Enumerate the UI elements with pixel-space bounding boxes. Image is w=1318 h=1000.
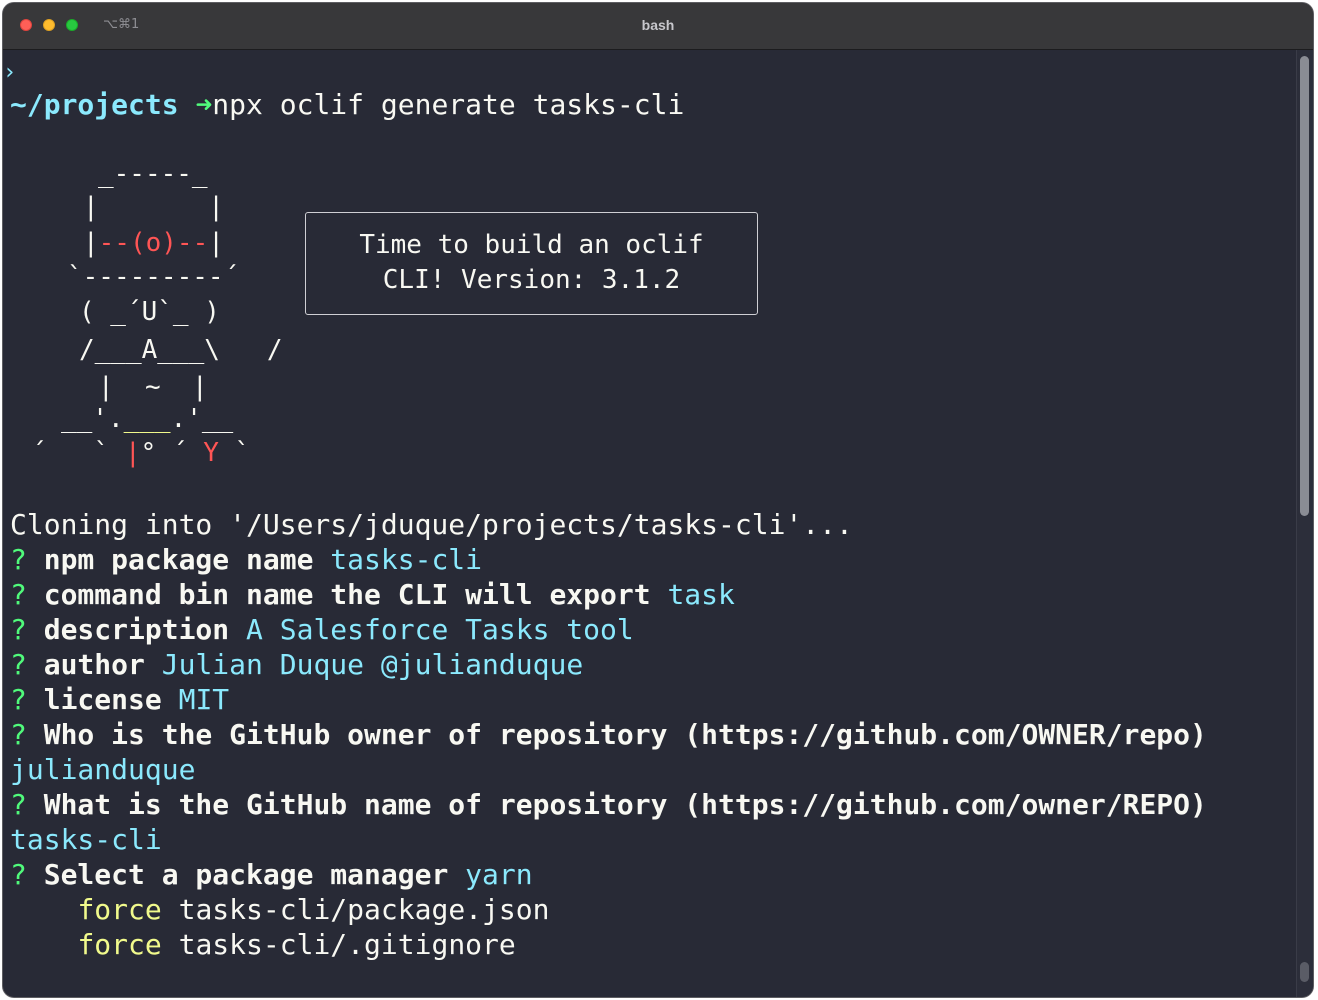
- title-bar: ⌥⌘1 bash: [3, 3, 1313, 50]
- question-line: ? author Julian Duque @julianduque: [10, 648, 584, 681]
- answer-text: Julian Duque @julianduque: [161, 648, 584, 681]
- question-line: ? command bin name the CLI will export t…: [10, 578, 735, 611]
- question-line: ? Select a package manager yarn: [10, 858, 533, 891]
- speech-line-2: CLI! Version: 3.1.2: [382, 265, 681, 295]
- cursor-marker-icon: ›: [3, 60, 17, 85]
- question-line: ? description A Salesforce Tasks tool: [10, 613, 634, 646]
- ascii-body: /___A___\ /: [79, 335, 283, 365]
- ascii-face: ( _´U`_ ): [79, 297, 220, 327]
- ascii-eyes: --(o)--: [98, 228, 209, 258]
- prompt-cwd: ~/projects: [10, 88, 179, 121]
- terminal-content[interactable]: › ~/projects ➜npx oclif generate tasks-c…: [3, 50, 1297, 997]
- ascii-hat-top: _-----_: [98, 159, 208, 189]
- ascii-eyes-row: |--(o)--|: [83, 228, 224, 258]
- vertical-scrollbar[interactable]: [1296, 50, 1313, 997]
- speech-bubble: Time to build an oclif CLI! Version: 3.1…: [305, 212, 758, 315]
- answer-text: tasks-cli: [330, 543, 483, 576]
- question-line: ? license MIT: [10, 683, 230, 716]
- ascii-legs: ´ ` |° ´ Y `: [31, 438, 251, 468]
- ascii-brim: `---------´: [67, 262, 240, 292]
- ascii-hat-side: | |: [83, 192, 224, 222]
- terminal-window: ⌥⌘1 bash › ~/projects ➜npx oclif generat…: [3, 3, 1313, 997]
- question-line: ? Who is the GitHub owner of repository …: [10, 718, 1207, 751]
- window-title: bash: [641, 17, 675, 33]
- answer-text: MIT: [178, 683, 230, 716]
- question-line: ? npm package name tasks-cli: [10, 543, 483, 576]
- question-line: ? What is the GitHub name of repository …: [10, 788, 1207, 821]
- cloning-line: Cloning into '/Users/jduque/projects/tas…: [10, 508, 853, 541]
- answer-text: yarn: [465, 858, 533, 891]
- force-line: force tasks-cli/.gitignore: [77, 928, 516, 961]
- command-prompt-line: ~/projects ➜npx oclif generate tasks-cli: [10, 87, 684, 122]
- ascii-belt: __'.___.'__: [61, 404, 234, 434]
- answer-text: tasks-cli: [10, 823, 162, 856]
- scrollbar-thumb[interactable]: [1300, 56, 1309, 516]
- answer-text: julianduque: [10, 753, 196, 786]
- answer-text: task: [667, 578, 735, 611]
- speech-line-1: Time to build an oclif: [359, 230, 704, 260]
- prompt-arrow-icon: ➜: [195, 88, 213, 121]
- ascii-torso: | ~ |: [98, 372, 208, 402]
- force-line: force tasks-cli/package.json: [77, 893, 550, 926]
- answer-text: A Salesforce Tasks tool: [246, 613, 634, 646]
- prompt-command: npx oclif generate tasks-cli: [212, 88, 685, 121]
- scrollbar-bottom-indicator: [1300, 962, 1309, 982]
